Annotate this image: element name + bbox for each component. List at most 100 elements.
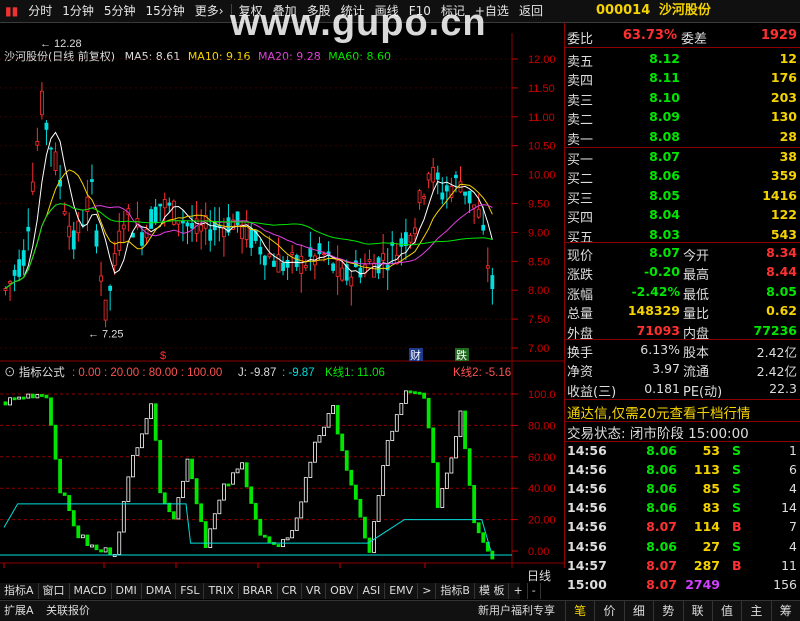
tab-plus[interactable]: + xyxy=(509,583,528,599)
tab-cr[interactable]: CR xyxy=(278,583,302,599)
oscillator-bar xyxy=(12,397,17,401)
detail-tab[interactable]: 势 xyxy=(653,601,682,621)
candle-body xyxy=(490,275,495,290)
tab-window[interactable]: 窗口 xyxy=(39,583,70,599)
stat-label: 涨跌 xyxy=(567,268,594,284)
toolbar-back[interactable]: 返回 xyxy=(514,0,548,22)
toolbar-5min[interactable]: 5分钟 xyxy=(99,0,141,22)
detail-tab[interactable]: 笔 xyxy=(565,601,594,621)
detail-tab[interactable]: 筹 xyxy=(770,601,800,621)
tick-count: 6 xyxy=(789,462,797,478)
status-ext-a[interactable]: 扩展A xyxy=(4,601,34,621)
tab-macd[interactable]: MACD xyxy=(70,583,112,599)
oscillator-bar xyxy=(467,448,472,486)
fin-label: 股本 xyxy=(683,346,710,361)
toolbar-1min[interactable]: 1分钟 xyxy=(57,0,99,22)
tab-indicator-b[interactable]: 指标B xyxy=(436,583,475,599)
detail-tab[interactable]: 值 xyxy=(711,601,741,621)
oscillator-bar xyxy=(26,393,31,399)
promo-link[interactable]: 通达信,仅需20元查看千档行情 xyxy=(567,402,750,422)
tab-indicator-a[interactable]: 指标A xyxy=(0,583,39,599)
buy-level-price: 8.05 xyxy=(649,187,680,203)
toolbar-15min[interactable]: 15分钟 xyxy=(141,0,190,22)
oscillator-bar xyxy=(299,501,304,519)
toolbar-f10[interactable]: F10 xyxy=(404,0,436,22)
oscillator-bar xyxy=(240,462,245,470)
high-marker: ← 12.28 xyxy=(40,38,82,50)
fin-label: 净资 xyxy=(567,365,594,381)
tab-trix[interactable]: TRIX xyxy=(204,583,239,599)
tab-dma[interactable]: DMA xyxy=(142,583,177,599)
toolbar-more[interactable]: 更多› xyxy=(190,0,229,22)
candle-body xyxy=(317,243,322,255)
candle-body xyxy=(272,260,276,267)
oscillator-bar xyxy=(8,397,12,406)
sell-level-label: 卖四 xyxy=(567,74,594,90)
toolbar-draw[interactable]: 画线 xyxy=(370,0,404,22)
toolbar-watchlist[interactable]: +自选 xyxy=(470,0,514,22)
toolbar-intraday[interactable]: 分时 xyxy=(23,0,57,22)
candle-body xyxy=(426,173,431,181)
status-promo[interactable]: 新用户福利专享 xyxy=(478,601,555,621)
candle-body xyxy=(108,285,113,291)
indicator-params: : 0.00 : 20.00 : 80.00 : 100.00 xyxy=(72,367,222,379)
oscillator-bar xyxy=(194,478,199,505)
detail-tab[interactable]: 主 xyxy=(741,601,770,621)
candle-body xyxy=(176,220,181,225)
tab-fsl[interactable]: FSL xyxy=(176,583,205,599)
candle-body xyxy=(413,227,417,235)
panel-divider xyxy=(565,147,800,148)
quote-panel: 委比 63.73% 委差 1929 卖五 8.12 12 卖四 8.11 176 卖三 8.10 203… xyxy=(565,23,800,598)
fin-label: 换手 xyxy=(567,346,594,361)
oscillator-bar xyxy=(367,537,372,553)
oscillator-bar xyxy=(30,393,35,399)
oscillator-bar xyxy=(317,435,322,443)
detail-tab[interactable]: 细 xyxy=(623,601,653,621)
tick-time: 14:57 xyxy=(567,557,607,573)
tab-next[interactable]: > xyxy=(418,583,437,599)
candle-body xyxy=(112,253,117,266)
tab-template[interactable]: 模 板 xyxy=(475,583,510,599)
tab-dmi[interactable]: DMI xyxy=(112,583,142,599)
price-axis-label: 8.00 xyxy=(528,285,549,297)
toolbar-stats[interactable]: 统计 xyxy=(336,0,370,22)
tab-vr[interactable]: VR xyxy=(302,583,327,599)
tab-asi[interactable]: ASI xyxy=(358,583,386,599)
toolbar-multi[interactable]: 多股 xyxy=(302,0,336,22)
detail-tab[interactable]: 价 xyxy=(594,601,623,621)
tick-price: 8.06 xyxy=(646,462,677,478)
status-related-quote[interactable]: 关联报价 xyxy=(46,601,90,621)
oscillator-bar xyxy=(58,458,62,494)
sell-level-price: 8.12 xyxy=(649,51,680,66)
candle-body xyxy=(44,122,49,130)
toolbar-overlay[interactable]: 叠加 xyxy=(268,0,302,22)
oscillator-bar xyxy=(372,521,376,553)
tab-obv[interactable]: OBV xyxy=(326,583,359,599)
candle-body xyxy=(249,228,254,248)
tick-price: 8.06 xyxy=(646,538,677,554)
tab-brar[interactable]: BRAR xyxy=(239,583,278,599)
candle-body xyxy=(440,192,445,200)
oscillator-bar xyxy=(35,394,40,399)
oscillator-bar xyxy=(303,477,308,503)
candle-body xyxy=(181,220,185,224)
oscillator-bar xyxy=(94,544,99,551)
buy-level-price: 8.07 xyxy=(649,149,680,164)
detail-tab[interactable]: 联 xyxy=(682,601,712,621)
toolbar-mark[interactable]: 标记 xyxy=(436,0,470,22)
oscillator-bar xyxy=(140,433,144,449)
toolbar-adjust[interactable]: 复权 xyxy=(234,0,268,22)
tick-count: 4 xyxy=(789,481,797,497)
oscillator-bar xyxy=(358,498,363,518)
period-label[interactable]: 日线 xyxy=(527,567,551,584)
oscillator-bar xyxy=(62,492,67,496)
oscillator-bar xyxy=(135,447,140,456)
tick-time: 14:56 xyxy=(567,538,607,554)
tab-minus[interactable]: - xyxy=(528,583,541,599)
kline-chart[interactable]: 沙河股份(日线 前复权) MA5: 8.61 MA10: 9.16 MA20: … xyxy=(0,23,565,568)
tab-emv[interactable]: EMV xyxy=(385,583,419,599)
panel-divider xyxy=(565,47,800,48)
oscillator-bar xyxy=(476,522,481,534)
oscillator-bar xyxy=(144,418,149,435)
buy-level-label: 买一 xyxy=(567,153,594,168)
